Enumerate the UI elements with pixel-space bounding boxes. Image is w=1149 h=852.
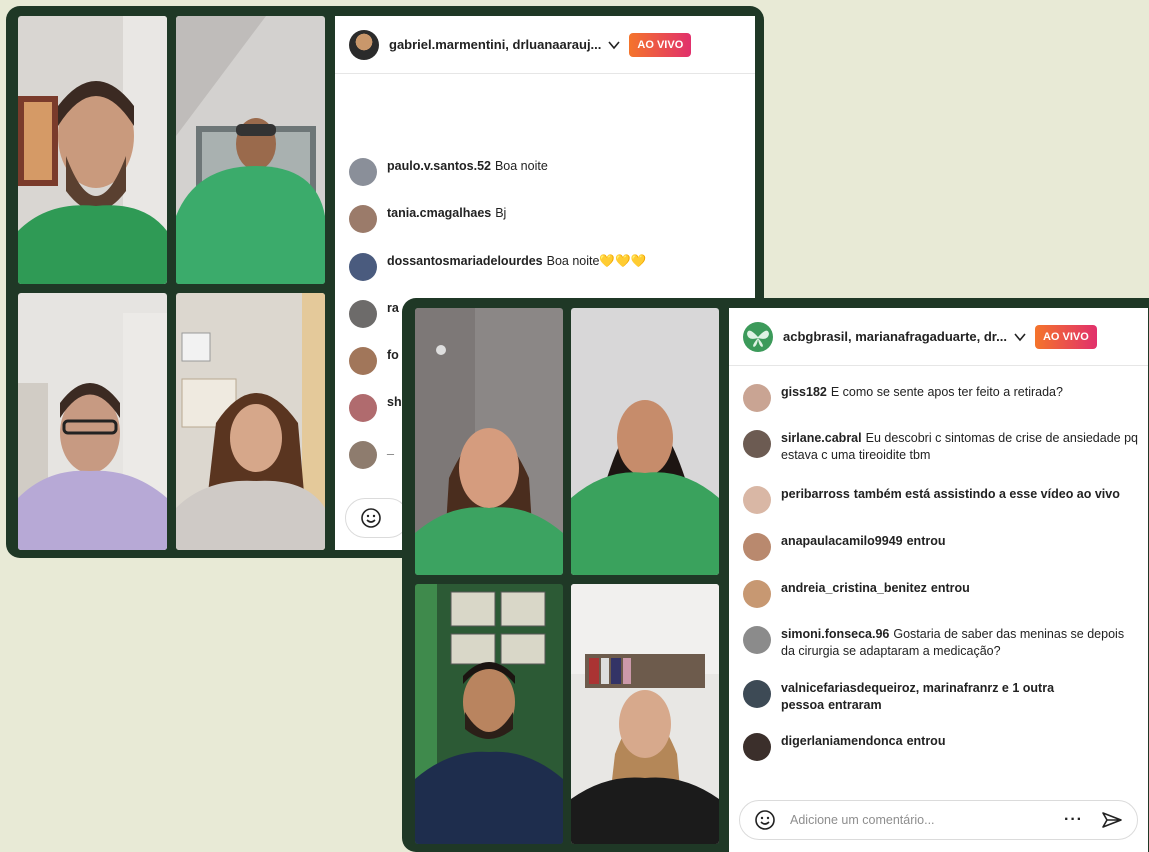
message-text: valnicefariasdequeiroz, marinafranrz e 1… — [781, 680, 1138, 714]
commenter-username[interactable]: sirlane.cabral — [781, 431, 862, 445]
video-tile-7[interactable] — [415, 584, 563, 844]
commenter-avatar[interactable] — [349, 394, 377, 422]
commenter-username[interactable]: anapaulacamilo9949 — [781, 534, 903, 548]
comment-bar: Adicione um comentário... ··· — [739, 800, 1138, 840]
video-tile-2[interactable] — [176, 16, 325, 284]
chat-message: peribarross também está assistindo a esse… — [743, 486, 1138, 514]
message-text: tania.cmagalhaes Bj — [387, 205, 506, 222]
message-text: ra — [387, 300, 403, 317]
message-text: anapaulacamilo9949 entrou — [781, 533, 946, 550]
live-badge: AO VIVO — [1034, 324, 1097, 349]
message-body: entrou — [906, 534, 946, 548]
message-text: digerlaniamendonca entrou — [781, 733, 945, 750]
chevron-down-icon[interactable] — [1013, 330, 1027, 344]
video-tile-4[interactable] — [176, 293, 325, 550]
chat-message: andreia_cristina_benitez entrou — [743, 580, 1138, 608]
comment-input[interactable]: Adicione um comentário... — [790, 813, 1064, 827]
emoji-icon[interactable] — [360, 507, 382, 529]
live-window-2: acbgbrasil, marianafragaduarte, dr... AO… — [402, 298, 1149, 852]
commenter-username[interactable]: tania.cmagalhaes — [387, 206, 491, 220]
chevron-down-icon[interactable] — [607, 38, 621, 52]
commenter-avatar[interactable] — [349, 158, 377, 186]
video-tile-3[interactable] — [18, 293, 167, 550]
message-body: também está assistindo a esse vídeo ao v… — [853, 487, 1120, 501]
message-text: giss182 E como se sente apos ter feito a … — [781, 384, 1063, 401]
message-body: Bj — [495, 206, 507, 220]
commenter-username[interactable]: peribarross — [781, 487, 850, 501]
commenter-avatar[interactable] — [349, 253, 377, 281]
send-icon[interactable] — [1101, 809, 1123, 831]
commenter-avatar[interactable] — [743, 626, 771, 654]
message-text: peribarross também está assistindo a esse… — [781, 486, 1120, 503]
live-chat-panel-2: acbgbrasil, marianafragaduarte, dr... AO… — [729, 308, 1148, 852]
message-text: sirlane.cabral Eu descobri c sintomas de … — [781, 430, 1138, 464]
video-tile-8[interactable] — [571, 584, 719, 844]
message-text: paulo.v.santos.52 Boa noite — [387, 158, 548, 175]
chat-message: digerlaniamendonca entrou — [743, 733, 1138, 761]
commenter-username[interactable]: ra — [387, 301, 399, 315]
chat-message: giss182 E como se sente apos ter feito a … — [743, 384, 1138, 412]
host-avatar[interactable] — [349, 29, 379, 60]
live-participants-title[interactable]: acbgbrasil, marianafragaduarte, dr... — [783, 329, 1007, 344]
commenter-username[interactable]: valnicefariasdequeiroz, marinafranrz e 1… — [781, 681, 1054, 712]
commenter-avatar[interactable] — [743, 733, 771, 761]
chat-header: gabriel.marmentini, drluanaarauj... AO V… — [335, 16, 755, 74]
message-text: simoni.fonseca.96 Gostaria de saber das m… — [781, 626, 1138, 660]
chat-message: tania.cmagalhaes Bj — [349, 205, 745, 233]
commenter-username[interactable]: giss182 — [781, 385, 827, 399]
chat-message: sirlane.cabral Eu descobri c sintomas de … — [743, 430, 1138, 464]
commenter-avatar[interactable] — [743, 430, 771, 458]
commenter-username[interactable]: digerlaniamendonca — [781, 734, 903, 748]
commenter-username[interactable]: andreia_cristina_benitez — [781, 581, 927, 595]
live-badge: AO VIVO — [629, 32, 692, 57]
message-body: Boa noite💛💛💛 — [546, 254, 647, 268]
message-text: andreia_cristina_benitez entrou — [781, 580, 970, 597]
commenter-avatar[interactable] — [349, 205, 377, 233]
commenter-username[interactable]: fo — [387, 348, 399, 362]
video-tile-1[interactable] — [18, 16, 167, 284]
message-text: fo — [387, 347, 403, 364]
message-body: entraram — [828, 698, 882, 712]
commenter-username[interactable]: dossantosmariadelourdes — [387, 254, 543, 268]
commenter-username[interactable]: paulo.v.santos.52 — [387, 159, 491, 173]
chat-message: anapaulacamilo9949 entrou — [743, 533, 1138, 561]
message-text: dossantosmariadelourdes Boa noite💛💛💛 — [387, 253, 646, 270]
host-avatar[interactable] — [743, 321, 773, 352]
butterfly-logo-icon — [747, 330, 769, 347]
commenter-avatar[interactable] — [743, 384, 771, 412]
video-tile-5[interactable] — [415, 308, 563, 575]
video-tile-6[interactable] — [571, 308, 719, 575]
commenter-avatar[interactable] — [743, 533, 771, 561]
commenter-avatar[interactable] — [743, 580, 771, 608]
message-body: Boa noite — [494, 159, 548, 173]
message-body: entrou — [930, 581, 970, 595]
chat-message: dossantosmariadelourdes Boa noite💛💛💛 — [349, 253, 745, 281]
chat-message: paulo.v.santos.52 Boa noite — [349, 158, 745, 186]
chat-header: acbgbrasil, marianafragaduarte, dr... AO… — [729, 308, 1148, 366]
commenter-avatar[interactable] — [743, 680, 771, 708]
message-body: E como se sente apos ter feito a retirad… — [830, 385, 1063, 399]
commenter-avatar[interactable] — [349, 347, 377, 375]
live-participants-title[interactable]: gabriel.marmentini, drluanaarauj... — [389, 37, 601, 52]
comment-bar[interactable] — [345, 498, 409, 538]
chat-message: valnicefariasdequeiroz, marinafranrz e 1… — [743, 680, 1138, 714]
commenter-avatar[interactable] — [349, 300, 377, 328]
commenter-username[interactable]: sh — [387, 395, 402, 409]
message-body: entrou — [906, 734, 946, 748]
commenter-avatar[interactable] — [743, 486, 771, 514]
commenter-username[interactable]: _ — [387, 442, 394, 456]
commenter-username[interactable]: simoni.fonseca.96 — [781, 627, 889, 641]
more-options-button[interactable]: ··· — [1064, 811, 1083, 829]
chat-message: simoni.fonseca.96 Gostaria de saber das m… — [743, 626, 1138, 660]
emoji-icon[interactable] — [754, 809, 776, 831]
commenter-avatar[interactable] — [349, 441, 377, 469]
message-text: _ — [387, 441, 398, 458]
